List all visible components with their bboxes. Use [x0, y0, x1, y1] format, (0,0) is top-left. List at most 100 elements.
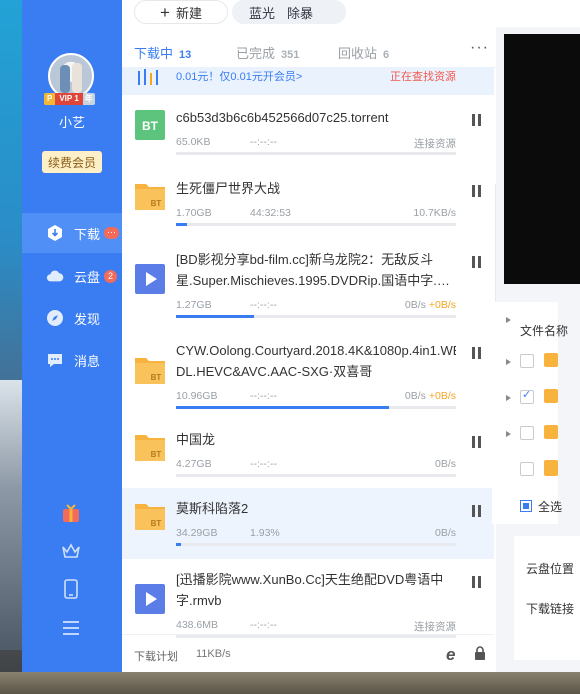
file-name-header[interactable]: 文件名称: [520, 322, 568, 339]
bt-folder-icon: BT: [134, 180, 166, 212]
bluray-option[interactable]: 蓝光: [249, 3, 275, 22]
task-progress-fill: [176, 223, 188, 226]
more-options-button[interactable]: ···: [470, 39, 489, 57]
pause-icon[interactable]: [472, 114, 482, 126]
gift-icon[interactable]: [60, 502, 82, 524]
pause-icon[interactable]: [472, 347, 482, 359]
promo-banner[interactable]: 0.01元！仅0.01元开会员> 正在查找资源: [122, 67, 494, 95]
file-checkbox[interactable]: [520, 388, 534, 404]
expand-arrow-icon[interactable]: [506, 317, 511, 323]
task-name[interactable]: [迅播影院www.XunBo.Cc]天生绝配DVD粤语中字.rmvb: [176, 569, 456, 611]
select-all-checkbox[interactable]: 全选: [520, 498, 562, 515]
file-row[interactable]: [492, 452, 558, 488]
pause-icon[interactable]: [472, 436, 482, 448]
lock-icon[interactable]: [474, 646, 486, 663]
task-row[interactable]: BT c6b53d3b6c6b452566d07c25.torrent 65.0KB…: [122, 97, 494, 167]
tab-recycle-label: 回收站: [338, 46, 378, 61]
new-task-button[interactable]: + 新建: [134, 0, 228, 24]
phone-icon[interactable]: [60, 578, 82, 600]
file-row[interactable]: [492, 416, 558, 452]
video-file-icon: [134, 263, 166, 295]
task-progress-bar: [176, 152, 456, 155]
expand-arrow-icon[interactable]: [506, 431, 511, 437]
task-name[interactable]: [BD影视分享bd-film.cc]新乌龙院2：无敌反斗星.Super.Misc…: [176, 249, 456, 291]
task-name[interactable]: 中国龙: [176, 429, 456, 450]
tab-completed[interactable]: 已完成 351: [236, 43, 299, 62]
download-plan-button[interactable]: 下载计划: [134, 648, 178, 664]
task-size: 1.70GB: [176, 207, 212, 219]
browser-icon[interactable]: e: [446, 645, 455, 665]
task-row[interactable]: [BD影视分享bd-film.cc]新乌龙院2：无敌反斗星.Super.Misc…: [122, 239, 494, 330]
task-row[interactable]: [迅播影院www.XunBo.Cc]天生绝配DVD粤语中字.rmvb 438.6M…: [122, 559, 494, 638]
task-name[interactable]: c6b53d3b6c6b452566d07c25.torrent: [176, 107, 456, 128]
task-status: 0B/s: [435, 527, 456, 539]
pause-icon[interactable]: [472, 505, 482, 517]
task-size: 4.27GB: [176, 458, 212, 470]
pause-icon[interactable]: [472, 256, 482, 268]
video-preview[interactable]: [504, 34, 580, 284]
vip-p-label: P: [44, 93, 56, 105]
task-remaining: --:--:--: [250, 136, 277, 148]
file-list-header: 文件名称: [492, 302, 568, 338]
task-progress-bar: [176, 406, 456, 409]
task-progress-fill: [176, 406, 389, 409]
task-speed: 连接资源: [414, 138, 456, 150]
task-remaining: --:--:--: [250, 619, 277, 631]
nav-cloud[interactable]: 云盘 2: [22, 256, 122, 296]
task-name[interactable]: 莫斯科陷落2: [176, 498, 456, 519]
expand-arrow-icon[interactable]: [506, 359, 511, 365]
nav-download[interactable]: 下载 ···: [22, 213, 122, 253]
task-name[interactable]: CYW.Oolong.Courtyard.2018.4K&1080p.4in1.…: [176, 340, 456, 382]
task-status: 10.7KB/s: [413, 207, 456, 219]
task-size: 1.27GB: [176, 299, 212, 311]
pause-icon[interactable]: [472, 185, 482, 197]
vip-year-label: 年: [82, 93, 95, 105]
remove-violence-option[interactable]: 除暴: [287, 3, 313, 22]
video-file-icon: [134, 583, 166, 615]
task-status: 0B/s +0B/s: [405, 299, 456, 311]
tab-recycle-bin[interactable]: 回收站 6: [338, 43, 389, 62]
cloud-settings: 云盘位置 下载链接: [514, 536, 580, 660]
menu-icon[interactable]: [60, 617, 82, 639]
file-checkbox[interactable]: [520, 354, 534, 368]
file-checkbox[interactable]: [520, 426, 534, 440]
nav-download-badge: ···: [104, 227, 120, 239]
folder-icon: [544, 389, 558, 403]
renew-vip-button[interactable]: 续费会员: [42, 151, 102, 173]
task-name[interactable]: 生死僵尸世界大战: [176, 178, 456, 199]
bt-folder-icon: BT: [134, 431, 166, 463]
task-row[interactable]: BT 中国龙 4.27GB --:--:-- 0B/s: [122, 419, 494, 488]
tab-downloading[interactable]: 下载中 13: [134, 43, 191, 62]
file-row[interactable]: [492, 380, 558, 416]
task-row[interactable]: BT 莫斯科陷落2 34.29GB 1.93% 0B/s: [122, 488, 494, 559]
nav-messages[interactable]: 消息: [22, 340, 122, 380]
svg-text:BT: BT: [151, 199, 162, 208]
file-row[interactable]: [492, 344, 558, 380]
nav-discover[interactable]: 发现: [22, 298, 122, 338]
compass-icon: [46, 309, 64, 327]
task-row[interactable]: BT 生死僵尸世界大战 1.70GB 44:32:53 10.7KB/s: [122, 168, 494, 239]
task-status: 连接资源: [414, 136, 456, 151]
promo-text[interactable]: 0.01元！仅0.01元开会员>: [176, 68, 302, 84]
svg-text:BT: BT: [142, 119, 159, 133]
folder-icon: [544, 353, 558, 367]
file-checkbox[interactable]: [520, 462, 534, 476]
username[interactable]: 小艺: [22, 112, 122, 131]
task-row[interactable]: BT CYW.Oolong.Courtyard.2018.4K&1080p.4in…: [122, 330, 494, 419]
task-speed: 10.7KB/s: [413, 207, 456, 219]
expand-arrow-icon[interactable]: [506, 395, 511, 401]
cloud-icon: [46, 267, 64, 285]
task-remaining: --:--:--: [250, 390, 277, 402]
svg-text:BT: BT: [151, 519, 162, 528]
task-remaining: --:--:--: [250, 458, 277, 470]
task-speed: 0B/s: [404, 299, 429, 311]
crown-icon[interactable]: [60, 540, 82, 562]
task-remaining: 1.93%: [250, 527, 280, 539]
vip-badge[interactable]: P VIP 1 年: [44, 93, 95, 105]
cloud-location-label: 云盘位置: [526, 562, 575, 576]
task-progress-fill: [176, 315, 255, 318]
pause-icon[interactable]: [472, 576, 482, 588]
file-icon: [544, 460, 558, 476]
task-speed: 连接资源: [414, 621, 456, 633]
tab-downloading-label: 下载中: [134, 46, 174, 61]
